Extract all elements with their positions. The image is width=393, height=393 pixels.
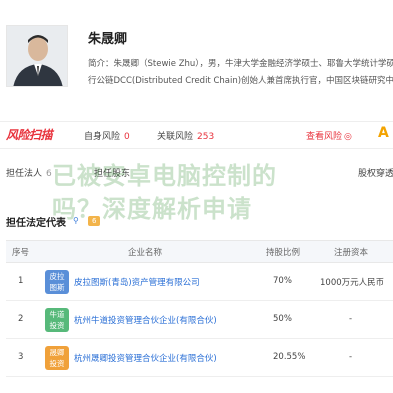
- risk-scan-logo: 风险扫描: [6, 128, 53, 142]
- person-profile-card: 朱晟卿 简介：朱晟卿（Stewie Zhu），男，牛津大学金融经济学硕士、耶鲁大…: [0, 0, 393, 116]
- self-risk-label: 自身风险: [84, 132, 121, 142]
- table-row[interactable]: 2 牛道 投资 杭州牛道投资管理合伙企业(有限合伙) 50% -: [6, 301, 393, 339]
- company-logo-icon: 牛道 投资: [45, 308, 69, 332]
- share-ratio: 20.55%: [273, 352, 306, 362]
- row-index: 2: [18, 314, 24, 324]
- header-index: 序号: [12, 248, 30, 258]
- row-index: 3: [18, 352, 24, 362]
- row-index: 1: [18, 276, 24, 286]
- view-risk-link[interactable]: 查看风险 ◎: [306, 129, 352, 142]
- self-risk[interactable]: 自身风险 0: [84, 129, 130, 142]
- view-risk-label: 查看风险: [306, 132, 343, 142]
- intro-line: 行公链DCC(Distributed Credit Chain)创始人兼首席执行…: [88, 76, 393, 86]
- table-header: 序号 企业名称 持股比例 注册资本: [6, 241, 393, 263]
- relation-tabs: 担任法人 6 担任股东 股权穿透: [0, 158, 393, 186]
- share-ratio: 70%: [273, 276, 292, 286]
- legal-rep-table: 序号 企业名称 持股比例 注册资本 1 皮拉 图斯 皮拉图斯(青岛)资产管理有限…: [6, 240, 393, 377]
- company-name-link[interactable]: 杭州晟卿投资管理合伙企业(有限合伙): [74, 352, 217, 364]
- registered-capital: -: [349, 314, 353, 324]
- person-photo-icon: [7, 26, 67, 86]
- person-name: 朱晟卿: [88, 32, 128, 47]
- tab-equity-penetration[interactable]: 股权穿透: [358, 166, 393, 179]
- tab-label: 股权穿透: [358, 169, 393, 179]
- view-risk-icon: ◎: [344, 132, 352, 142]
- company-logo-icon: 晟卿 投资: [45, 346, 69, 370]
- info-icon[interactable]: ⚲: [73, 216, 79, 225]
- tab-count: 6: [46, 169, 52, 179]
- table-row[interactable]: 3 晟卿 投资 杭州晟卿投资管理合伙企业(有限合伙) 20.55% -: [6, 339, 393, 377]
- count-badge: 6: [88, 216, 101, 226]
- intro-line: 简介：朱晟卿（Stewie Zhu），男，牛津大学金融经济学硕士、耶鲁大学统计学…: [88, 59, 393, 69]
- tab-legal-rep[interactable]: 担任法人 6: [6, 166, 52, 179]
- ai-badge-icon[interactable]: A: [378, 125, 389, 141]
- tab-shareholder[interactable]: 担任股东: [94, 166, 130, 179]
- share-ratio: 50%: [273, 314, 292, 324]
- tab-label: 担任股东: [94, 169, 131, 179]
- section-title: 担任法定代表: [6, 218, 66, 229]
- person-intro: 简介：朱晟卿（Stewie Zhu），男，牛津大学金融经济学硕士、耶鲁大学统计学…: [88, 56, 393, 90]
- company-name-link[interactable]: 杭州牛道投资管理合伙企业(有限合伙): [74, 314, 217, 326]
- header-ratio: 持股比例: [266, 248, 301, 258]
- related-risk[interactable]: 关联风险 253: [157, 129, 214, 142]
- related-risk-count: 253: [197, 132, 215, 142]
- company-name-link[interactable]: 皮拉图斯(青岛)资产管理有限公司: [74, 276, 200, 288]
- table-row[interactable]: 1 皮拉 图斯 皮拉图斯(青岛)资产管理有限公司 70% 1000万元人民币: [6, 263, 393, 301]
- tab-label: 担任法人: [6, 169, 43, 179]
- registered-capital: 1000万元人民币: [320, 278, 385, 288]
- risk-scan-bar: 风险扫描 自身风险 0 关联风险 253 查看风险 ◎ A: [0, 121, 393, 149]
- related-risk-label: 关联风险: [157, 132, 194, 142]
- watermark-line: 吗？深度解析申请: [52, 195, 252, 223]
- header-company: 企业名称: [128, 248, 163, 258]
- company-logo-icon: 皮拉 图斯: [45, 270, 69, 294]
- registered-capital: -: [349, 352, 353, 362]
- self-risk-count: 0: [124, 132, 130, 142]
- header-capital: 注册资本: [334, 248, 369, 258]
- avatar[interactable]: [6, 25, 68, 87]
